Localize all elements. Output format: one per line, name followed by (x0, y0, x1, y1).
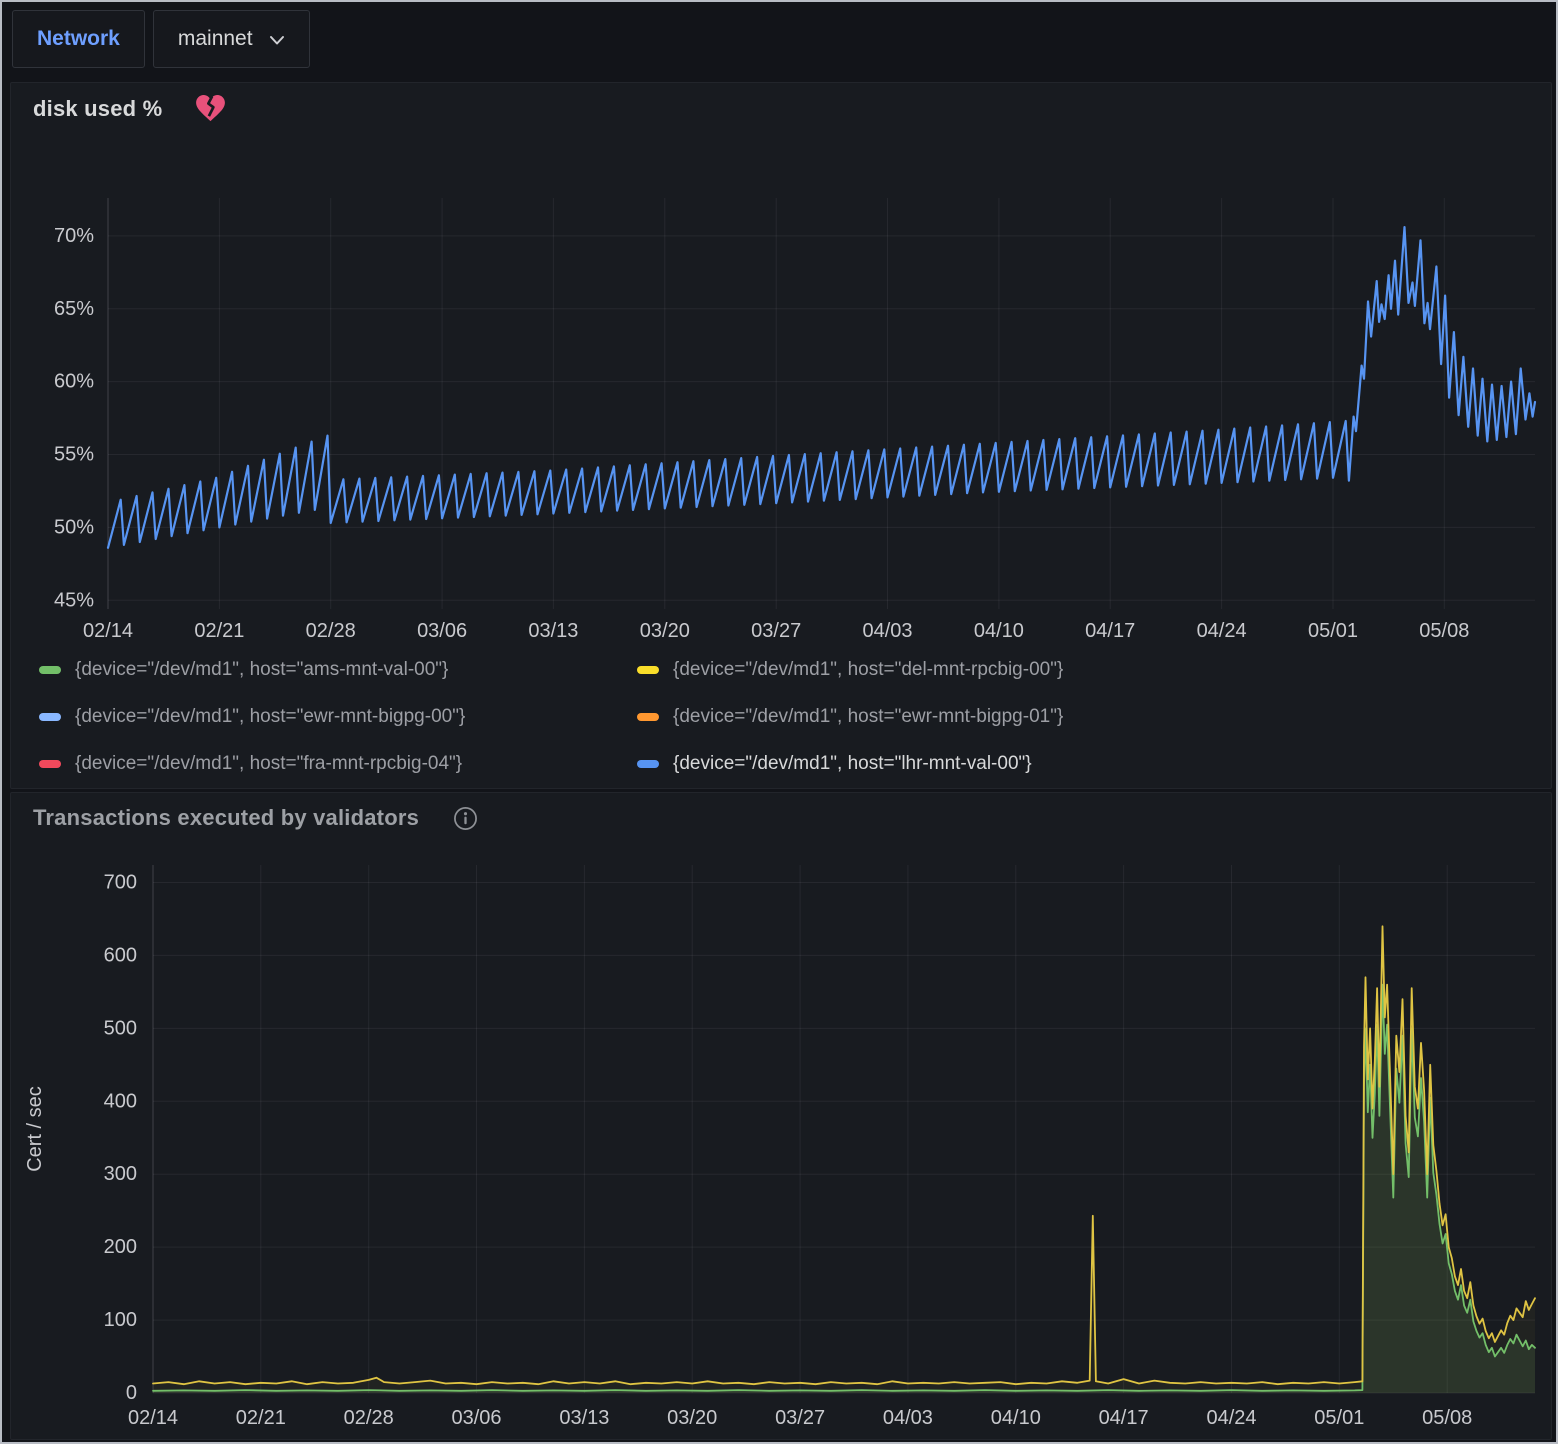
y-axis-tick-label: 60% (54, 371, 94, 393)
legend-item-3[interactable]: {device="/dev/md1", host="ewr-mnt-bigpg-… (637, 693, 1063, 740)
x-axis-tick-label: 02/14 (83, 620, 133, 642)
chevron-down-icon (269, 35, 285, 46)
x-axis-tick-label: 04/03 (862, 620, 912, 642)
panel-tx-header[interactable]: Transactions executed by validators (11, 793, 1551, 831)
alert-broken-heart-icon[interactable] (196, 95, 225, 122)
x-axis-tick-label: 02/28 (344, 1407, 394, 1429)
x-axis-tick-label: 03/06 (451, 1407, 501, 1429)
panel-transactions: Transactions executed by validators 0 100… (10, 792, 1552, 1440)
x-axis-tick-label: 02/21 (194, 620, 244, 642)
x-axis-tick-label: 04/24 (1206, 1407, 1256, 1429)
legend-item-5[interactable]: {device="/dev/md1", host="lhr-mnt-val-00… (637, 740, 1063, 787)
x-axis-tick-label: 02/14 (128, 1407, 178, 1429)
x-axis-tick-label: 03/13 (559, 1407, 609, 1429)
legend-series-label[interactable]: {device="/dev/md1", host="ewr-mnt-bigpg-… (673, 706, 1063, 728)
info-icon[interactable] (453, 806, 478, 831)
x-axis-tick-label: 04/10 (991, 1407, 1041, 1429)
y-axis-tick-label: 500 (104, 1017, 137, 1039)
y-axis-tick-label: 100 (104, 1309, 137, 1331)
legend-item-0[interactable]: {device="/dev/md1", host="ams-mnt-val-00… (39, 646, 637, 693)
transactions-chart[interactable]: 0 100 200 300 400 500 600 700 02/14 02/21 02/28 03/… (11, 829, 1553, 1435)
x-axis-tick-label: 04/17 (1085, 620, 1135, 642)
y-axis-tick-label: 70% (54, 225, 94, 247)
legend-series-label[interactable]: {device="/dev/md1", host="ams-mnt-val-00… (75, 659, 448, 681)
panel-title: Transactions executed by validators (33, 805, 419, 831)
y-axis-tick-label: 0 (126, 1382, 137, 1404)
y-axis-tick-label: 65% (54, 298, 94, 320)
x-axis-tick-label: 03/27 (775, 1407, 825, 1429)
y-axis-tick-label: 400 (104, 1090, 137, 1112)
network-dropdown[interactable]: mainnet (153, 10, 310, 68)
series-area-green (153, 985, 1535, 1393)
y-axis-tick-label: 55% (54, 444, 94, 466)
legend-series-color-chip[interactable] (637, 666, 659, 674)
legend-series-label[interactable]: {device="/dev/md1", host="del-mnt-rpcbig… (673, 659, 1063, 681)
y-axis-tick-label: 300 (104, 1163, 137, 1185)
y-axis-tick-label: 45% (54, 589, 94, 611)
x-axis-tick-label: 04/03 (883, 1407, 933, 1429)
series-line-{device="/dev/md1", host="lhr-mnt-val-00"} (108, 227, 1535, 548)
legend-series-label[interactable]: {device="/dev/md1", host="lhr-mnt-val-00… (673, 753, 1032, 775)
y-axis-tick-label: 700 (104, 872, 137, 894)
legend-series-color-chip[interactable] (39, 666, 61, 674)
series-line-green (153, 985, 1535, 1391)
x-axis-tick-label: 05/01 (1314, 1407, 1364, 1429)
y-axis-tick-label: 600 (104, 944, 137, 966)
series-area-yellow (153, 926, 1535, 1393)
x-axis-tick-label: 03/06 (417, 620, 467, 642)
x-axis-tick-label: 05/01 (1308, 620, 1358, 642)
x-axis-tick-label: 04/24 (1197, 620, 1247, 642)
legend-item-2[interactable]: {device="/dev/md1", host="ewr-mnt-bigpg-… (39, 693, 637, 740)
y-axis-tick-label: 50% (54, 516, 94, 538)
network-label-text: Network (37, 27, 120, 51)
dashboard-variables-bar: Network mainnet (2, 2, 1556, 80)
legend-series-color-chip[interactable] (637, 713, 659, 721)
panel-disk-header[interactable]: disk used % (11, 83, 1551, 122)
network-dropdown-value: mainnet (178, 27, 253, 51)
y-axis-tick-label: 200 (104, 1236, 137, 1258)
legend-series-color-chip[interactable] (637, 760, 659, 768)
legend-series-color-chip[interactable] (39, 760, 61, 768)
x-axis-tick-label: 02/21 (236, 1407, 286, 1429)
x-axis-tick-label: 03/20 (640, 620, 690, 642)
panel-disk-used: disk used % 45% 50% 55% 60% 65% 70% 02/14 02/21… (10, 82, 1552, 789)
legend-series-color-chip[interactable] (39, 713, 61, 721)
x-axis-tick-label: 03/27 (751, 620, 801, 642)
legend-series-label[interactable]: {device="/dev/md1", host="ewr-mnt-bigpg-… (75, 706, 465, 728)
x-axis-tick-label: 04/17 (1099, 1407, 1149, 1429)
legend-item-4[interactable]: {device="/dev/md1", host="fra-mnt-rpcbig… (39, 740, 637, 787)
y-axis-title: Cert / sec (24, 1086, 46, 1172)
x-axis-tick-label: 02/28 (306, 620, 356, 642)
panel-title: disk used % (33, 96, 162, 122)
series-line-yellow (153, 926, 1535, 1384)
legend: {device="/dev/md1", host="ams-mnt-val-00… (39, 646, 1063, 787)
x-axis-tick-label: 03/20 (667, 1407, 717, 1429)
variable-label-network[interactable]: Network (12, 10, 145, 68)
x-axis-tick-label: 04/10 (974, 620, 1024, 642)
disk-used-chart[interactable]: 45% 50% 55% 60% 65% 70% 02/14 02/21 02/28 03/06 03… (11, 181, 1553, 661)
legend-series-label[interactable]: {device="/dev/md1", host="fra-mnt-rpcbig… (75, 753, 462, 775)
x-axis-tick-label: 05/08 (1419, 620, 1469, 642)
x-axis-tick-label: 05/08 (1422, 1407, 1472, 1429)
x-axis-tick-label: 03/13 (528, 620, 578, 642)
legend-item-1[interactable]: {device="/dev/md1", host="del-mnt-rpcbig… (637, 646, 1063, 693)
